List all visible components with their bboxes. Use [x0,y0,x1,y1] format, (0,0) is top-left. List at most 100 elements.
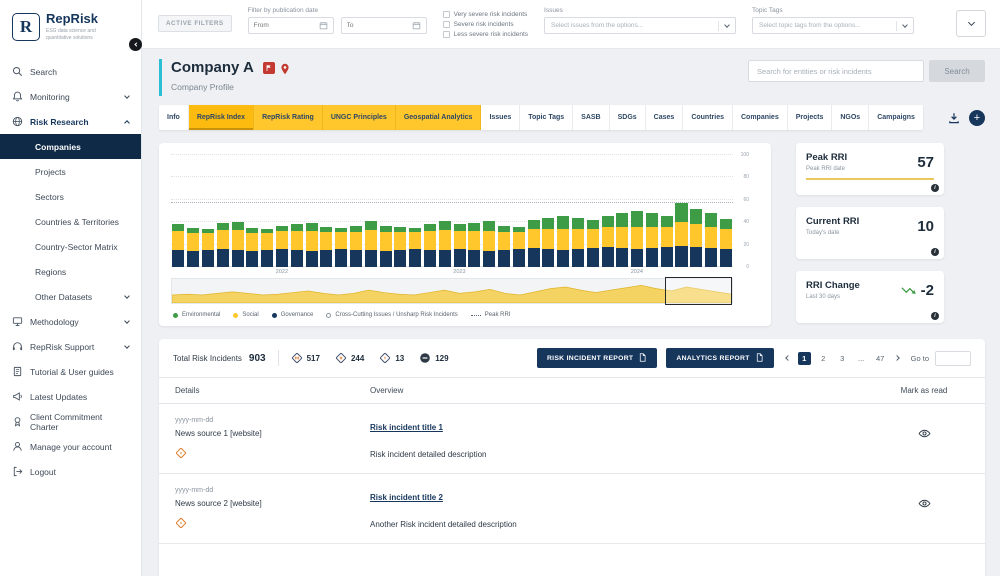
checkbox-less-severe-risk-incidents[interactable]: Less severe risk incidents [443,31,528,38]
date-from-input[interactable] [248,17,334,34]
rri-bar-2022-05[interactable] [335,228,347,267]
info-icon[interactable]: i [931,248,939,256]
rri-bar-2023-02[interactable] [468,223,480,267]
rri-bar-2024-03[interactable] [661,216,673,268]
sidebar-item-projects[interactable]: Projects [0,159,141,184]
tab-ngos[interactable]: NGOs [832,105,869,130]
info-icon[interactable]: i [931,184,939,192]
page-2[interactable]: 2 [817,352,830,365]
brush-selection-window[interactable] [665,277,732,305]
rri-bar-2024-05[interactable] [690,209,702,267]
legend-peak-rri[interactable]: Peak RRI [471,312,511,318]
sidebar-item-client-commitment-charter[interactable]: Client Commitment Charter [0,409,141,434]
rri-bar-2023-05[interactable] [513,227,525,267]
severity-filter-unsharp[interactable]: 129 [419,352,448,364]
rri-bar-2023-10[interactable] [587,220,599,267]
location-pin-icon[interactable] [279,62,291,74]
rri-bar-2022-10[interactable] [409,228,421,267]
rri-bar-2024-02[interactable] [646,213,658,267]
rri-bar-2021-11[interactable] [246,228,258,267]
rri-bar-2022-06[interactable] [350,226,362,267]
tab-cases[interactable]: Cases [646,105,684,130]
rri-bar-2021-09[interactable] [217,223,229,267]
sidebar-item-companies[interactable]: Companies [0,134,141,159]
next-page-button[interactable] [893,354,901,362]
sidebar-item-search[interactable]: Search [0,59,141,84]
rri-bar-2021-07[interactable] [187,228,199,267]
tab-companies[interactable]: Companies [733,105,788,130]
sidebar-collapse-button[interactable] [129,38,142,51]
checkbox-severe-risk-incidents[interactable]: Severe risk incidents [443,21,528,28]
rri-bar-2022-08[interactable] [380,226,392,267]
page-47[interactable]: 47 [874,352,887,365]
prev-page-button[interactable] [784,354,792,362]
tab-sasb[interactable]: SASB [573,105,609,130]
rri-bar-2024-04[interactable] [675,203,687,267]
entity-search-input[interactable] [748,60,924,82]
sidebar-item-country-sector-matrix[interactable]: Country-Sector Matrix [0,234,141,259]
tab-sdgs[interactable]: SDGs [610,105,646,130]
tab-issues[interactable]: Issues [481,105,520,130]
rri-bar-2023-09[interactable] [572,218,584,267]
rri-bar-2024-01[interactable] [631,211,643,267]
filterbar-collapse-button[interactable] [956,10,986,37]
timeline-brush[interactable] [171,278,733,304]
rri-bar-2024-07[interactable] [720,219,732,267]
rri-bar-2021-08[interactable] [202,229,214,267]
tab-countries[interactable]: Countries [683,105,733,130]
add-button[interactable]: + [969,110,985,126]
rri-bar-2023-03[interactable] [483,221,495,267]
sidebar-item-sectors[interactable]: Sectors [0,184,141,209]
tab-info[interactable]: Info [159,105,189,130]
severity-filter-sev3[interactable]: 517 [291,352,320,364]
sidebar-item-monitoring[interactable]: Monitoring [0,84,141,109]
rri-bar-2023-11[interactable] [602,216,614,268]
goto-page-input[interactable] [935,351,971,366]
rri-bar-2024-06[interactable] [705,213,717,267]
tab-campaigns[interactable]: Campaigns [869,105,923,130]
tab-geospatial-analytics[interactable]: Geospatial Analytics [396,105,482,130]
page-1[interactable]: 1 [798,352,811,365]
tab-topic-tags[interactable]: Topic Tags [520,105,573,130]
sidebar-item-reprisk-support[interactable]: RepRisk Support [0,334,141,359]
rri-bar-2023-12[interactable] [616,213,628,267]
sidebar-item-other-datasets[interactable]: Other Datasets [0,284,141,309]
active-filters-button[interactable]: ACTIVE FILTERS [158,15,232,32]
legend-environmental[interactable]: Environmental [173,312,220,318]
rri-bar-2021-12[interactable] [261,229,273,267]
sidebar-item-logout[interactable]: Logout [0,459,141,484]
topic-tags-select[interactable]: Select topic tags from the options... [752,17,914,34]
tab-projects[interactable]: Projects [788,105,833,130]
sidebar-item-latest-updates[interactable]: Latest Updates [0,384,141,409]
rri-bar-2022-07[interactable] [365,221,377,267]
issues-select[interactable]: Select issues from the options... [544,17,736,34]
incident-title-link[interactable]: Risk incident title 2 [370,493,443,502]
rri-bar-2022-04[interactable] [320,227,332,267]
sidebar-item-regions[interactable]: Regions [0,259,141,284]
rri-bar-2022-01[interactable] [276,226,288,267]
mark-as-read-eye-icon[interactable] [918,499,931,508]
legend-social[interactable]: Social [233,312,258,318]
analytics-report-button[interactable]: ANALYTICS REPORT [666,348,773,368]
legend-governance[interactable]: Governance [272,312,314,318]
severity-filter-sev1[interactable]: 13 [379,352,404,364]
rri-bar-2023-01[interactable] [454,224,466,267]
incident-title-link[interactable]: Risk incident title 1 [370,423,443,432]
tab-reprisk-index[interactable]: RepRisk Index [189,105,254,130]
tab-ungc-principles[interactable]: UNGC Principles [323,105,396,130]
date-to-input[interactable] [341,17,427,34]
sidebar-item-risk-research[interactable]: Risk Research [0,109,141,134]
rri-bar-2022-03[interactable] [306,223,318,267]
rri-bar-2022-09[interactable] [394,227,406,267]
rri-bar-2023-06[interactable] [528,220,540,267]
mark-as-read-eye-icon[interactable] [918,429,931,438]
sidebar-item-manage-your-account[interactable]: Manage your account [0,434,141,459]
page-3[interactable]: 3 [836,352,849,365]
download-icon[interactable] [948,112,960,124]
sidebar-item-countries-territories[interactable]: Countries & Territories [0,209,141,234]
rri-bar-2023-04[interactable] [498,226,510,267]
info-icon[interactable]: i [931,312,939,320]
risk-incident-report-button[interactable]: RISK INCIDENT REPORT [537,348,657,368]
rri-bar-2022-12[interactable] [439,221,451,267]
rri-bar-2023-08[interactable] [557,216,569,268]
